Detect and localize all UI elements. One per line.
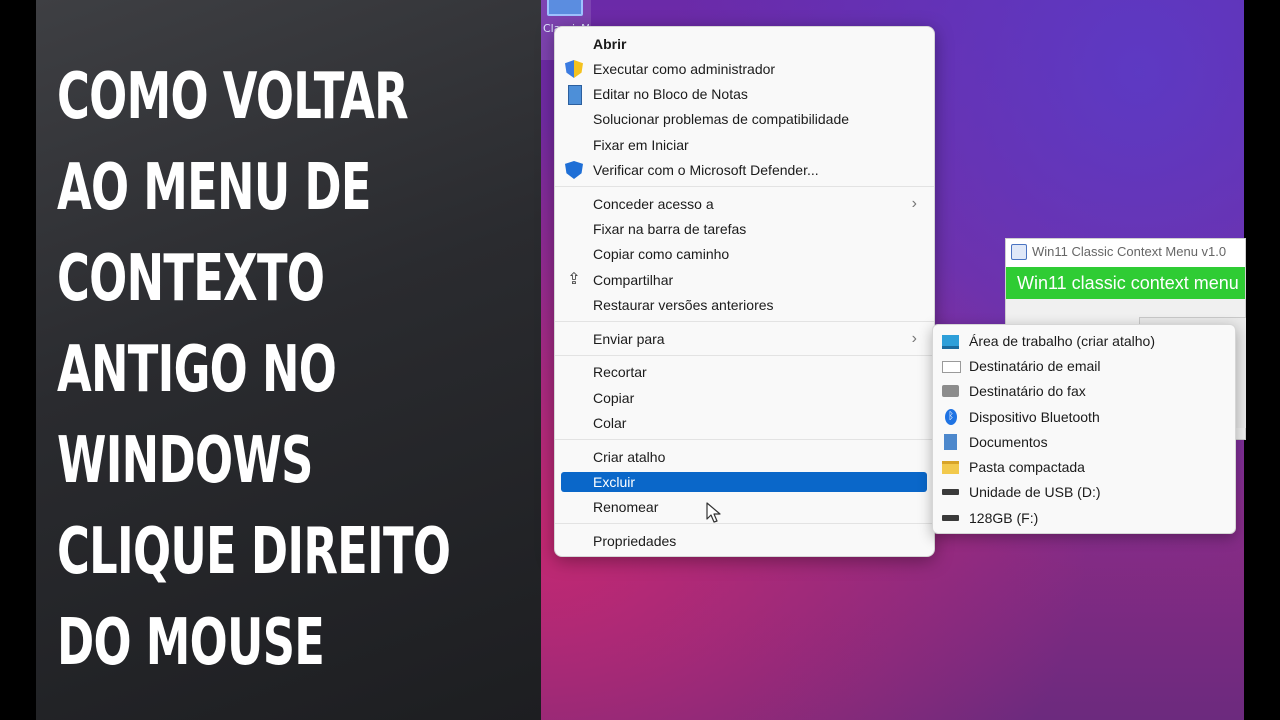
- submenu-item-destinatario-fax[interactable]: Destinatário do fax: [937, 379, 1229, 403]
- defender-shield-icon: [565, 161, 583, 179]
- menu-item-label: Fixar na barra de tarefas: [593, 221, 747, 237]
- menu-item-fixar-barra-de-tarefas[interactable]: Fixar na barra de tarefas: [561, 217, 927, 241]
- menu-item-criar-atalho[interactable]: Criar atalho: [561, 445, 927, 469]
- menu-separator: [555, 186, 934, 187]
- submenu-item-label: Destinatário de email: [969, 358, 1101, 374]
- menu-item-label: Abrir: [593, 36, 627, 52]
- letterbox-right: [1244, 0, 1280, 720]
- notepad-icon: [568, 85, 582, 105]
- menu-separator: [555, 321, 934, 322]
- menu-item-label: Compartilhar: [593, 272, 674, 288]
- app-title-bar[interactable]: Win11 Classic Context Menu v1.0: [1006, 239, 1245, 267]
- headline-line: COMO VOLTAR: [57, 60, 409, 134]
- uac-shield-icon: [565, 60, 583, 78]
- menu-item-recortar[interactable]: Recortar: [561, 360, 927, 384]
- submenu-item-label: Unidade de USB (D:): [969, 484, 1101, 500]
- zip-folder-icon: [942, 461, 959, 474]
- submenu-item-label: 128GB (F:): [969, 510, 1039, 526]
- menu-item-label: Restaurar versões anteriores: [593, 297, 774, 313]
- menu-item-solucionar-problemas[interactable]: Solucionar problemas de compatibilidade: [561, 107, 927, 131]
- menu-item-label: Copiar: [593, 390, 635, 406]
- submenu-item-destinatario-email[interactable]: Destinatário de email: [937, 354, 1229, 378]
- menu-separator: [555, 523, 934, 524]
- menu-item-verificar-defender[interactable]: Verificar com o Microsoft Defender...: [561, 158, 927, 182]
- menu-item-label: Solucionar problemas de compatibilidade: [593, 111, 850, 127]
- headline-line: CLIQUE DIREITO: [57, 515, 451, 589]
- menu-separator: [555, 439, 934, 440]
- submenu-item-documentos[interactable]: Documentos: [937, 430, 1229, 454]
- menu-item-excluir[interactable]: Excluir: [561, 472, 927, 492]
- menu-item-copiar[interactable]: Copiar: [561, 386, 927, 410]
- menu-item-colar[interactable]: Colar: [561, 411, 927, 435]
- menu-item-enviar-para[interactable]: Enviar para ›: [561, 327, 927, 351]
- menu-item-label: Conceder acesso a: [593, 196, 714, 212]
- submenu-item-dispositivo-bluetooth[interactable]: ᛒ Dispositivo Bluetooth: [937, 405, 1229, 429]
- menu-item-label: Executar como administrador: [593, 61, 776, 77]
- menu-item-label: Excluir: [593, 474, 636, 490]
- usb-drive-icon: [942, 489, 959, 495]
- bluetooth-icon: ᛒ: [945, 409, 957, 425]
- submenu-item-label: Dispositivo Bluetooth: [969, 409, 1100, 425]
- chevron-right-icon: ›: [911, 195, 917, 212]
- menu-item-label: Copiar como caminho: [593, 246, 730, 262]
- menu-item-propriedades[interactable]: Propriedades: [561, 529, 927, 553]
- file-context-menu: Abrir Executar como administrador Editar…: [554, 26, 935, 557]
- menu-item-editar-bloco-de-notas[interactable]: Editar no Bloco de Notas: [561, 82, 927, 106]
- app-banner: Win11 classic context menu: [1006, 267, 1245, 299]
- submenu-item-pasta-compactada[interactable]: Pasta compactada: [937, 455, 1229, 479]
- submenu-item-label: Área de trabalho (criar atalho): [969, 333, 1155, 349]
- desktop-icon: [942, 335, 959, 349]
- letterbox-left: [0, 0, 36, 720]
- share-icon: ⇪: [567, 271, 581, 288]
- menu-item-copiar-como-caminho[interactable]: Copiar como caminho: [561, 242, 927, 266]
- menu-item-label: Recortar: [593, 364, 647, 380]
- app-file-icon: [547, 0, 583, 16]
- submenu-item-label: Pasta compactada: [969, 459, 1085, 475]
- fax-icon: [942, 385, 959, 397]
- menu-item-label: Fixar em Iniciar: [593, 137, 689, 153]
- submenu-item-unidade-usb[interactable]: Unidade de USB (D:): [937, 480, 1229, 504]
- menu-item-label: Enviar para: [593, 331, 665, 347]
- app-title: Win11 Classic Context Menu v1.0: [1032, 244, 1227, 259]
- menu-item-renomear[interactable]: Renomear: [561, 495, 927, 519]
- mouse-pointer-icon: [706, 502, 721, 523]
- submenu-item-128gb[interactable]: 128GB (F:): [937, 506, 1229, 530]
- send-to-submenu: Área de trabalho (criar atalho) Destinat…: [932, 324, 1236, 534]
- headline-line: CONTEXTO: [57, 242, 325, 316]
- menu-item-fixar-em-iniciar[interactable]: Fixar em Iniciar: [561, 133, 927, 157]
- menu-item-restaurar-versoes[interactable]: Restaurar versões anteriores: [561, 293, 927, 317]
- drive-icon: [942, 515, 959, 521]
- submenu-item-label: Documentos: [969, 434, 1048, 450]
- menu-separator: [555, 355, 934, 356]
- documents-icon: [944, 434, 957, 450]
- menu-item-label: Criar atalho: [593, 449, 666, 465]
- menu-item-executar-como-administrador[interactable]: Executar como administrador: [561, 57, 927, 81]
- menu-item-label: Propriedades: [593, 533, 677, 549]
- menu-item-label: Colar: [593, 415, 627, 431]
- menu-item-compartilhar[interactable]: ⇪ Compartilhar: [561, 268, 927, 292]
- menu-item-conceder-acesso[interactable]: Conceder acesso a ›: [561, 192, 927, 216]
- menu-item-label: Verificar com o Microsoft Defender...: [593, 162, 819, 178]
- headline-line: WINDOWS: [57, 424, 313, 498]
- headline-line: DO MOUSE: [57, 606, 325, 680]
- chevron-right-icon: ›: [911, 330, 917, 347]
- submenu-item-area-de-trabalho[interactable]: Área de trabalho (criar atalho): [937, 329, 1229, 353]
- video-headline: COMO VOLTAR AO MENU DE CONTEXTO ANTIGO N…: [57, 52, 451, 689]
- menu-item-label: Renomear: [593, 499, 659, 515]
- mail-icon: [942, 361, 961, 373]
- headline-line: ANTIGO NO: [57, 333, 337, 407]
- menu-item-abrir[interactable]: Abrir: [561, 32, 927, 56]
- headline-line: AO MENU DE: [57, 151, 371, 225]
- menu-item-label: Editar no Bloco de Notas: [593, 86, 748, 102]
- app-window-icon: [1011, 244, 1027, 260]
- submenu-item-label: Destinatário do fax: [969, 383, 1086, 399]
